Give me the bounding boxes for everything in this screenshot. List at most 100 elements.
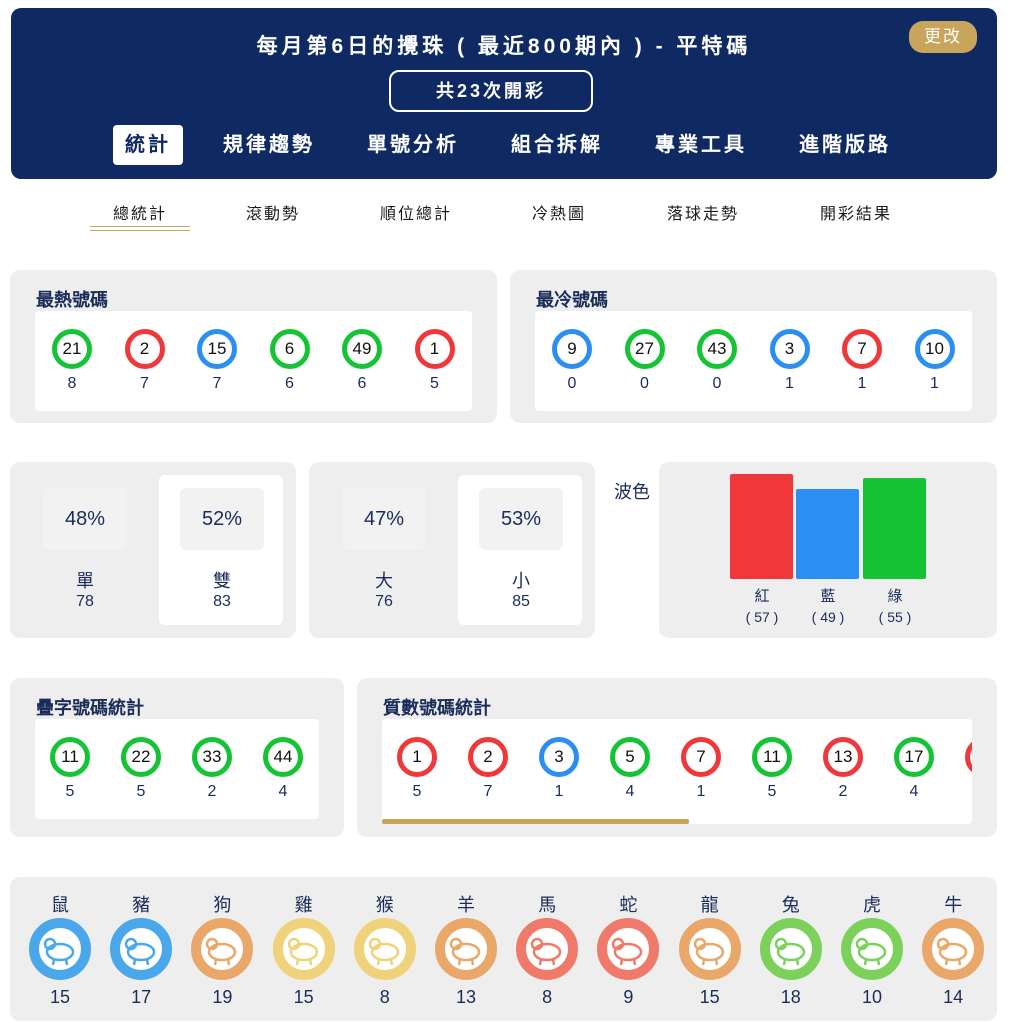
number-ball[interactable]: 11 [752, 737, 792, 777]
zodiac-panel: 鼠 15 豬 17 狗 19 雞 15 猴 8 羊 13 馬 8 蛇 9 龍 15 兔 18 虎 10 牛 14 [10, 877, 997, 1021]
subtab-position[interactable]: 順位總計 [366, 200, 466, 224]
number-ball[interactable]: 10 [914, 329, 955, 369]
rooster-icon[interactable] [272, 918, 335, 980]
small-percent: 53% [479, 488, 563, 550]
even-percent: 52% [180, 488, 264, 550]
subtab-ball-trend[interactable]: 落球走勢 [653, 200, 753, 224]
repeat-numbers-title: 疊字號碼統計 [36, 698, 144, 718]
number-ball[interactable]: 7 [681, 737, 721, 777]
zodiac-name: 兔 [781, 895, 800, 915]
number-ball[interactable]: 6 [269, 329, 310, 369]
number-ball[interactable]: 43 [697, 329, 737, 369]
zodiac-name: 猴 [375, 895, 394, 915]
pig-icon[interactable] [110, 918, 173, 980]
main-tabs: 統計 規律趨勢 單號分析 組合拆解 專業工具 進階版路 [113, 125, 931, 165]
tab-pro-tools[interactable]: 專業工具 [643, 125, 759, 165]
even-count: 83 [213, 593, 231, 610]
tab-pattern-trend[interactable]: 規律趨勢 [211, 125, 327, 165]
number-ball[interactable]: 1 [414, 329, 455, 369]
number-ball[interactable]: 44 [263, 737, 303, 777]
number-ball[interactable]: 13 [823, 737, 863, 777]
zodiac-count: 15 [293, 987, 314, 1007]
zodiac-name: 豬 [132, 895, 151, 915]
number-ball[interactable]: 22 [121, 737, 161, 777]
number-ball[interactable]: 3 [539, 737, 579, 777]
hot-numbers-list: 21 8 2 7 15 7 6 6 49 6 1 5 [35, 311, 472, 411]
ball-count: 6 [357, 375, 367, 392]
zodiac-count: 15 [49, 987, 71, 1007]
wave-bar-value: ( 55 ) [878, 609, 912, 625]
number-ball[interactable]: 7 [842, 329, 882, 369]
number-ball[interactable]: 15 [197, 329, 237, 369]
tab-combination[interactable]: 組合拆解 [499, 125, 615, 165]
monkey-icon[interactable] [353, 918, 416, 980]
edit-button[interactable]: 更改 [909, 21, 977, 53]
goat-icon[interactable] [435, 918, 497, 980]
dog-icon[interactable] [191, 918, 254, 980]
zodiac-name: 蛇 [619, 895, 638, 915]
subtab-heatmap[interactable]: 冷熱圖 [509, 200, 609, 224]
wave-color-title: 波色 [614, 482, 650, 502]
repeat-numbers-list: 11 5 22 5 33 2 44 4 [35, 719, 319, 819]
number-ball[interactable]: 1 [397, 737, 437, 777]
number-ball[interactable]: 21 [52, 329, 92, 369]
prime-numbers-list[interactable]: 1 5 2 7 3 1 5 4 7 1 11 5 13 2 17 4 [382, 719, 972, 824]
zodiac-name: 牛 [944, 895, 963, 915]
wave-bar-label: 藍 [820, 588, 836, 605]
number-ball[interactable]: 2 [124, 329, 165, 369]
snake-icon[interactable] [597, 918, 660, 980]
number-ball[interactable]: 5 [610, 737, 650, 777]
ball-count: 5 [767, 783, 777, 800]
zodiac-name: 龍 [700, 895, 719, 915]
horizontal-scrollbar[interactable] [382, 819, 689, 824]
number-ball[interactable]: 2 [468, 737, 508, 777]
ball-count: 4 [625, 783, 635, 800]
zodiac-name: 鼠 [51, 895, 69, 915]
zodiac-name: 馬 [538, 895, 557, 915]
number-ball[interactable]: 11 [50, 737, 90, 777]
ox-icon[interactable] [922, 918, 985, 980]
wave-bar [863, 478, 926, 579]
ball-count: 8 [67, 375, 77, 392]
dragon-icon[interactable] [678, 918, 741, 980]
tiger-icon[interactable] [841, 918, 903, 980]
ball-count: 6 [285, 375, 294, 392]
zodiac-count: 15 [699, 987, 720, 1007]
prime-numbers-title: 質數號碼統計 [383, 698, 491, 718]
number-ball[interactable]: 33 [192, 737, 232, 777]
header-panel: 每月第6日的攪珠 ( 最近800期內 ) - 平特碼 更改 共23次開彩 統計 … [11, 8, 997, 179]
big-small-panel: 47% 大 76 53% 小 85 [309, 462, 595, 638]
wave-bar-label: 紅 [754, 588, 770, 605]
wave-bar-value: ( 57 ) [745, 609, 779, 625]
subtab-overall[interactable]: 總統計 [90, 200, 190, 231]
zodiac-name: 虎 [863, 895, 881, 915]
rabbit-icon[interactable] [759, 918, 822, 980]
tab-advanced[interactable]: 進階版路 [787, 125, 903, 165]
small-count: 85 [512, 593, 530, 610]
even-label: 雙 [213, 571, 231, 591]
wave-color-panel: 紅 ( 57 ) 藍 ( 49 ) 綠 ( 55 ) [659, 462, 997, 638]
ball-count: 7 [483, 783, 493, 800]
ball-count: 7 [212, 375, 222, 392]
tab-single-analysis[interactable]: 單號分析 [355, 125, 471, 165]
zodiac-count: 8 [542, 987, 553, 1007]
number-ball[interactable]: 17 [894, 737, 934, 777]
rat-icon[interactable] [29, 918, 91, 980]
subtab-rolling[interactable]: 滾動勢 [223, 200, 323, 224]
number-ball[interactable]: 49 [342, 329, 382, 369]
number-ball[interactable]: 3 [769, 329, 810, 369]
zodiac-count: 10 [861, 987, 883, 1007]
subtab-results[interactable]: 開彩結果 [806, 200, 906, 224]
tab-stats[interactable]: 統計 [113, 125, 183, 165]
zodiac-name: 羊 [457, 895, 475, 915]
ball-count: 4 [278, 783, 288, 800]
ball-count: 1 [785, 375, 794, 392]
wave-bar [796, 489, 859, 579]
wave-bar [730, 474, 793, 579]
number-ball-partial[interactable] [965, 737, 972, 777]
number-ball[interactable]: 27 [624, 329, 665, 369]
cold-numbers-list: 9 0 27 0 43 0 3 1 7 1 10 1 [535, 311, 972, 411]
number-ball[interactable]: 9 [552, 329, 592, 369]
horse-icon[interactable] [516, 918, 579, 980]
prime-numbers-panel: 質數號碼統計 1 5 2 7 3 1 5 4 7 1 11 5 13 2 17 4 [357, 678, 997, 837]
